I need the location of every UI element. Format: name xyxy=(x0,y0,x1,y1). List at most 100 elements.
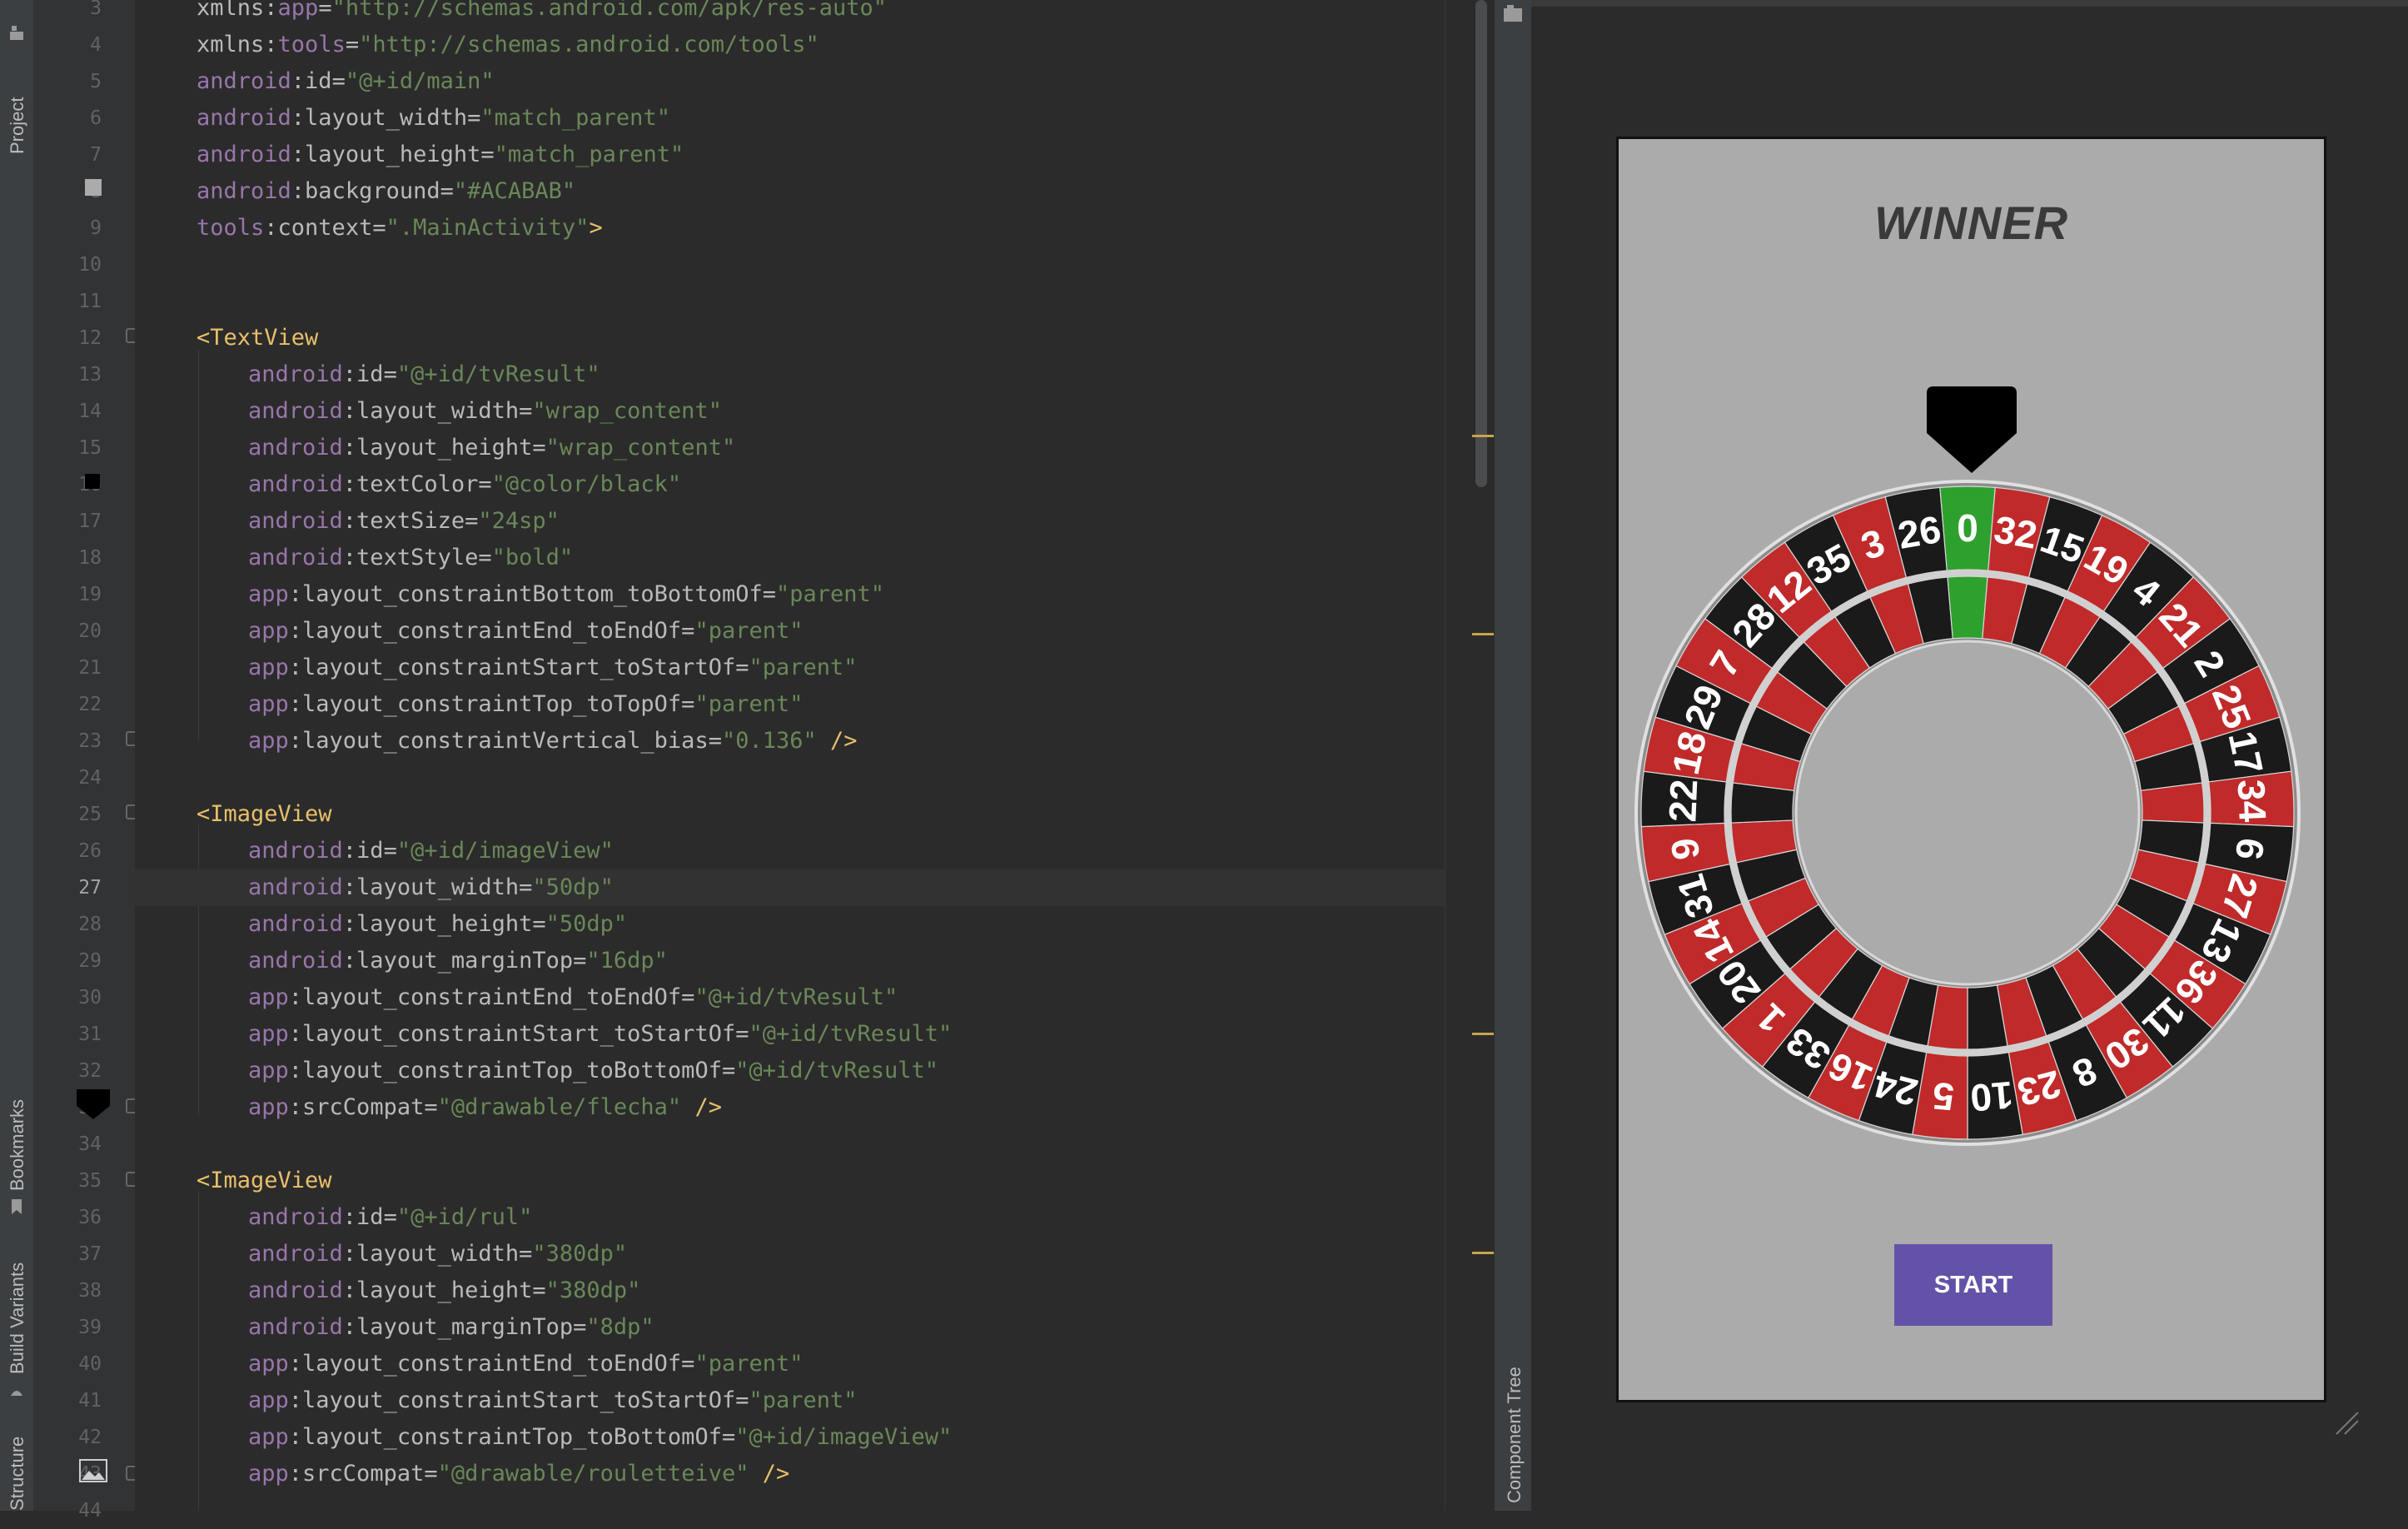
code-line[interactable]: android:layout_height="wrap_content" xyxy=(248,430,735,466)
code-line[interactable]: android:layout_height="match_parent" xyxy=(197,137,684,173)
code-line[interactable]: app:srcCompat="@drawable/rouletteive" /> xyxy=(248,1456,789,1492)
code-line[interactable]: tools:context=".MainActivity"> xyxy=(197,210,603,247)
line-number: 27 xyxy=(78,877,102,899)
code-line[interactable]: android:textSize="24sp" xyxy=(248,503,560,540)
code-line[interactable]: android:layout_height="380dp" xyxy=(248,1273,640,1309)
code-token: :layout_constraintStart_toStartOf= xyxy=(288,1387,749,1413)
code-line[interactable]: android:id="@+id/tvResult" xyxy=(248,356,600,393)
code-line[interactable]: android:layout_width="380dp" xyxy=(248,1236,627,1273)
code-token: app xyxy=(248,1058,289,1083)
code-line[interactable]: app:layout_constraintTop_toTopOf="parent… xyxy=(248,686,803,723)
code-line[interactable]: app:layout_constraintEnd_toEndOf="parent… xyxy=(248,613,803,650)
code-token: app xyxy=(248,581,289,607)
code-line[interactable]: app:srcCompat="@drawable/flecha" /> xyxy=(248,1089,722,1126)
code-line[interactable]: android:layout_marginTop="16dp" xyxy=(248,943,668,979)
start-button[interactable]: START xyxy=(1894,1244,2052,1326)
tool-window-bookmarks[interactable]: Bookmarks xyxy=(0,1083,33,1216)
line-number: 22 xyxy=(78,694,102,715)
line-number: 31 xyxy=(78,1023,102,1045)
code-line[interactable]: xmlns:tools="http://schemas.android.com/… xyxy=(197,27,819,63)
code-token: "@+id/tvResult" xyxy=(735,1058,939,1083)
code-line[interactable]: app:layout_constraintStart_toStartOf="pa… xyxy=(248,650,858,686)
code-token: app xyxy=(248,1021,289,1047)
resize-handle-icon[interactable] xyxy=(2331,1407,2361,1437)
code-token: android xyxy=(248,398,343,424)
line-number: 40 xyxy=(78,1353,102,1375)
wheel-number: 32 xyxy=(1991,507,2040,557)
code-token: :layout_constraintTop_toBottomOf= xyxy=(288,1058,736,1083)
code-token: app xyxy=(248,691,289,717)
color-swatch-black xyxy=(85,474,100,489)
line-number: 36 xyxy=(78,1207,102,1228)
line-number: 44 xyxy=(78,1500,102,1522)
code-line[interactable]: app:layout_constraintTop_toBottomOf="@+i… xyxy=(248,1419,952,1456)
tool-window-structure[interactable]: Structure xyxy=(0,1432,33,1511)
code-line[interactable]: android:layout_marginTop="8dp" xyxy=(248,1309,654,1346)
line-number: 14 xyxy=(78,401,102,422)
code-token: :layout_height= xyxy=(342,435,546,461)
code-token: ImageView xyxy=(210,1168,332,1193)
error-stripe-mark[interactable] xyxy=(1472,1252,1494,1254)
editor-scrollbar-track[interactable] xyxy=(1445,0,1495,1511)
line-number: 17 xyxy=(78,510,102,532)
color-swatch-acabab xyxy=(85,179,102,196)
code-token: android xyxy=(248,911,343,937)
editor-scrollbar-thumb[interactable] xyxy=(1475,0,1487,487)
code-line[interactable]: android:layout_width="match_parent" xyxy=(197,100,670,137)
code-token: :layout_width= xyxy=(342,398,533,424)
code-token: ".MainActivity" xyxy=(386,215,590,241)
tool-window-build-variants[interactable]: Build Variants xyxy=(0,1249,33,1407)
code-token: "380dp" xyxy=(532,1241,628,1267)
code-line[interactable]: android:id="@+id/main" xyxy=(197,63,495,100)
code-line[interactable]: android:layout_height="50dp" xyxy=(248,906,627,943)
code-line[interactable]: <ImageView xyxy=(197,1163,332,1199)
editor-gutter: 3456789101112131415161718192021222324252… xyxy=(33,0,139,1522)
line-number: 18 xyxy=(78,547,102,569)
code-line[interactable]: android:id="@+id/rul" xyxy=(248,1199,532,1236)
line-number: 34 xyxy=(78,1133,102,1155)
line-number: 32 xyxy=(78,1060,102,1082)
code-line[interactable]: android:textColor="@color/black" xyxy=(248,466,681,503)
line-number: 19 xyxy=(78,584,102,605)
line-number: 20 xyxy=(78,620,102,642)
code-line[interactable]: app:layout_constraintEnd_toEndOf="@+id/t… xyxy=(248,979,898,1016)
tool-window-project[interactable]: Project xyxy=(0,17,33,167)
code-line[interactable]: <ImageView xyxy=(197,796,332,833)
code-line[interactable]: app:layout_constraintBottom_toBottomOf="… xyxy=(248,576,884,613)
code-token: :layout_constraintStart_toStartOf= xyxy=(288,1021,749,1047)
code-line[interactable]: app:layout_constraintTop_toBottomOf="@+i… xyxy=(248,1053,938,1089)
tool-window-project-label: Project xyxy=(7,97,27,154)
code-token: "16dp" xyxy=(586,948,668,974)
code-editor[interactable]: xmlns:app="http://schemas.android.com/ap… xyxy=(135,0,1445,1511)
code-line[interactable]: android:background="#ACABAB" xyxy=(197,173,575,210)
error-stripe-mark[interactable] xyxy=(1472,633,1494,635)
line-number: 21 xyxy=(78,657,102,679)
tool-window-component-tree-label[interactable]: Component Tree xyxy=(1504,1367,1525,1503)
code-token: ImageView xyxy=(210,801,332,827)
code-line[interactable]: <TextView xyxy=(197,320,318,356)
indent-guide xyxy=(198,1191,199,1511)
right-tool-window-bar xyxy=(1495,0,1531,1511)
error-stripe-mark[interactable] xyxy=(1472,435,1494,437)
code-token: android xyxy=(248,1277,343,1303)
tool-window-structure-label: Structure xyxy=(7,1436,27,1511)
code-line[interactable]: app:layout_constraintVertical_bias="0.13… xyxy=(248,723,858,760)
code-line[interactable]: android:layout_width="50dp" xyxy=(135,869,1445,906)
code-line[interactable]: xmlns:app="http://schemas.android.com/ap… xyxy=(197,0,887,27)
project-icon xyxy=(10,26,23,40)
code-token: :srcCompat= xyxy=(288,1461,438,1487)
palette-icon[interactable] xyxy=(1502,3,1524,25)
error-stripe-mark[interactable] xyxy=(1472,1033,1494,1035)
code-line[interactable]: app:layout_constraintStart_toStartOf="@+… xyxy=(248,1016,952,1053)
code-token: app xyxy=(248,1461,289,1487)
code-line[interactable]: app:layout_constraintStart_toStartOf="pa… xyxy=(248,1382,858,1419)
code-line[interactable]: app:layout_constraintEnd_toEndOf="parent… xyxy=(248,1346,803,1382)
code-token: :id= xyxy=(291,68,346,94)
code-line[interactable]: android:id="@+id/imageView" xyxy=(248,833,614,869)
indent-guide xyxy=(198,350,199,741)
code-token: "match_parent" xyxy=(494,142,684,167)
code-line[interactable]: android:textStyle="bold" xyxy=(248,540,573,576)
code-token: "380dp" xyxy=(545,1277,641,1303)
code-line[interactable]: android:layout_width="wrap_content" xyxy=(248,393,722,430)
code-token: :id= xyxy=(342,1204,397,1230)
